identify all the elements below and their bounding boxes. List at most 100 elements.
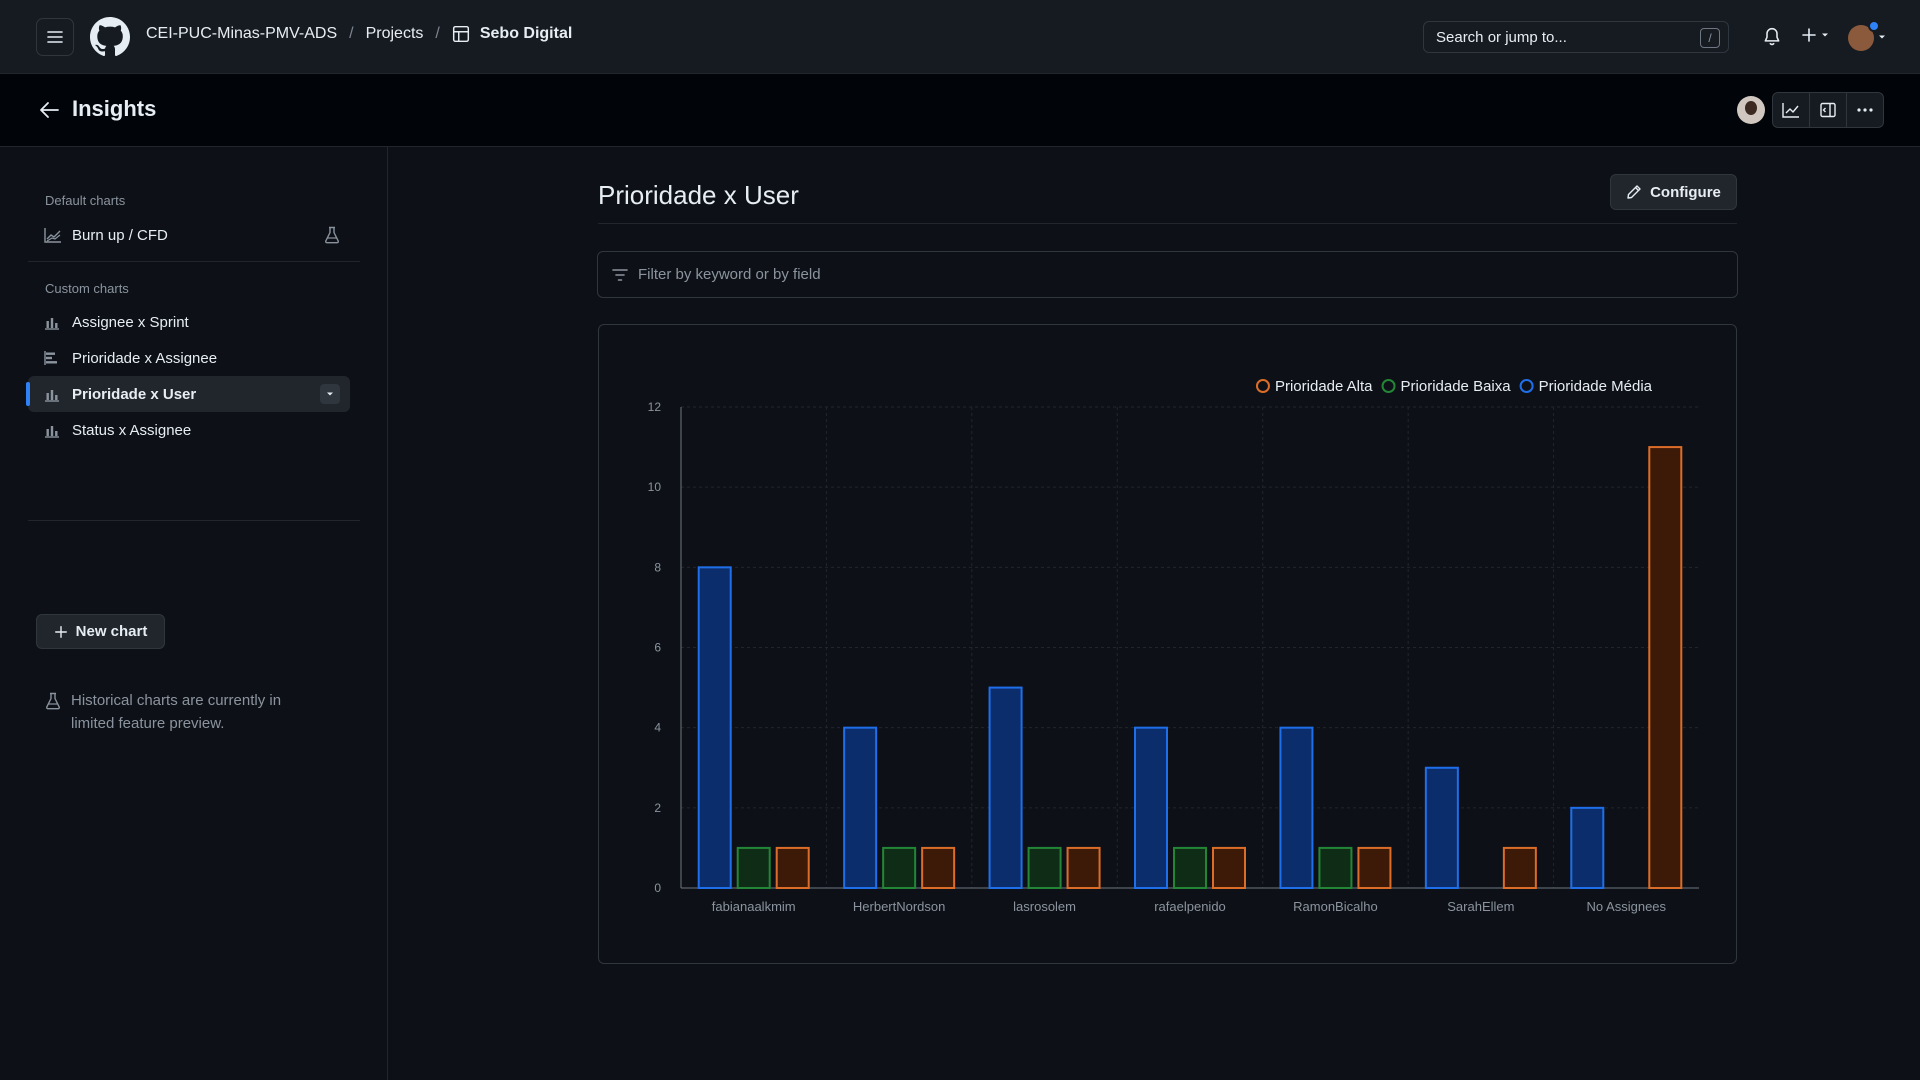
sidebar-layout-icon: [1820, 102, 1836, 118]
breadcrumb-projects[interactable]: Projects: [366, 25, 424, 43]
sidebar-item-label: Burn up / CFD: [72, 226, 168, 244]
breadcrumb-separator: /: [349, 25, 354, 42]
arrow-left-icon[interactable]: [38, 100, 60, 120]
notification-dot: [1868, 20, 1880, 32]
legend-marker: [1519, 379, 1534, 393]
bar: [843, 726, 878, 889]
preview-note: Historical charts are currently in limit…: [45, 689, 325, 735]
insights-button[interactable]: [1772, 92, 1810, 128]
breadcrumb-project-name[interactable]: Sebo Digital: [480, 25, 572, 43]
chart-title: Prioridade x User: [598, 180, 799, 210]
bar-chart-icon: [44, 314, 62, 330]
legend-label: Prioridade Média: [1539, 378, 1653, 395]
configure-button[interactable]: Configure: [1610, 174, 1737, 210]
chevron-down-icon[interactable]: [1877, 32, 1887, 42]
x-tick-label: No Assignees: [1587, 899, 1667, 914]
top-header: CEI-PUC-Minas-PMV-ADS / Projects / Sebo …: [0, 0, 1920, 74]
preview-note-text: Historical charts are currently in limit…: [71, 692, 282, 732]
graph-icon: [1782, 103, 1799, 118]
bar: [1424, 766, 1459, 889]
y-tick-label: 12: [648, 400, 662, 414]
x-tick-label: HerbertNordson: [853, 899, 946, 914]
breadcrumb-org[interactable]: CEI-PUC-Minas-PMV-ADS: [146, 25, 337, 43]
bar: [1134, 726, 1168, 889]
legend-marker: [1255, 379, 1270, 393]
side-panel-button[interactable]: [1809, 92, 1847, 128]
configure-label: Configure: [1650, 183, 1721, 201]
chart-options-button[interactable]: [320, 384, 340, 404]
github-logo-icon[interactable]: [90, 17, 130, 57]
sidebar-item-assignee-sprint[interactable]: Assignee x Sprint: [28, 304, 350, 340]
sidebar-divider: [28, 261, 360, 262]
search-placeholder: Search or jump to...: [1436, 28, 1567, 46]
bar: [1173, 846, 1207, 890]
graph-icon: [44, 227, 62, 243]
x-tick-label: RamonBicalho: [1293, 899, 1378, 914]
sidebar-item-prioridade-user[interactable]: Prioridade x User: [26, 376, 350, 412]
bar-chart-icon: [44, 422, 62, 438]
y-tick-label: 6: [654, 641, 661, 655]
bar: [1648, 446, 1683, 889]
bar: [1357, 846, 1392, 890]
bar: [1279, 726, 1314, 889]
bar-chart: 0 2 4 6 8 10 12 fabianaalkmim HerbertNordson lasr…: [648, 378, 1699, 914]
custom-charts-heading: Custom charts: [45, 281, 129, 296]
x-tick-label: SarahEllem: [1447, 899, 1514, 914]
beaker-icon: [46, 692, 60, 710]
filter-icon: [612, 268, 628, 281]
breadcrumb: CEI-PUC-Minas-PMV-ADS / Projects / Sebo …: [146, 25, 572, 43]
bar-chart-icon: [44, 386, 62, 402]
search-input[interactable]: Search or jump to... /: [1423, 21, 1729, 53]
y-tick-label: 2: [654, 801, 661, 815]
legend-label: Prioridade Alta: [1275, 378, 1373, 395]
sidebar-item-prioridade-assignee[interactable]: Prioridade x Assignee: [28, 340, 350, 376]
bar: [1502, 846, 1537, 890]
bar: [921, 846, 956, 890]
breadcrumb-separator: /: [435, 25, 440, 42]
y-tick-label: 0: [654, 881, 661, 895]
plus-icon: [54, 625, 67, 638]
menu-button[interactable]: [36, 18, 74, 56]
bar: [1318, 846, 1353, 890]
chart-card: 0 2 4 6 8 10 12 fabianaalkmim HerbertNordson lasr…: [598, 324, 1737, 964]
x-tick-label: lasrosolem: [1013, 899, 1076, 914]
filter-placeholder: Filter by keyword or by field: [638, 266, 821, 283]
hamburger-icon: [47, 31, 63, 43]
bell-icon[interactable]: [1763, 27, 1781, 47]
pencil-icon: [1627, 185, 1641, 199]
bar: [697, 566, 732, 889]
collaborator-avatar[interactable]: [1737, 96, 1765, 124]
sidebar-divider: [28, 520, 360, 521]
search-shortcut-key: /: [1700, 28, 1720, 48]
sidebar-item-label: Status x Assignee: [72, 421, 192, 439]
more-options-button[interactable]: [1846, 92, 1884, 128]
bar: [882, 846, 917, 890]
x-tick-label: rafaelpenido: [1154, 899, 1226, 914]
insights-header: Insights: [0, 74, 1920, 147]
sidebar-item-burn-up[interactable]: Burn up / CFD: [28, 217, 350, 253]
sidebar-item-label: Assignee x Sprint: [72, 313, 189, 331]
bar: [1212, 846, 1246, 890]
y-tick-label: 10: [648, 480, 662, 494]
bar: [988, 686, 1023, 890]
sidebar-item-label: Prioridade x User: [72, 385, 197, 403]
sidebar-item-status-assignee[interactable]: Status x Assignee: [28, 412, 350, 448]
table-icon: [452, 25, 470, 43]
page-title: Insights: [72, 96, 157, 121]
bar: [736, 846, 771, 890]
plus-icon: [1802, 28, 1816, 42]
x-tick-label: fabianaalkmim: [712, 899, 796, 914]
create-new-button[interactable]: [1801, 27, 1830, 43]
title-divider: [598, 223, 1737, 224]
y-tick-label: 8: [654, 560, 661, 574]
filter-input[interactable]: Filter by keyword or by field: [597, 251, 1738, 298]
user-avatar[interactable]: [1848, 20, 1880, 51]
new-chart-button[interactable]: New chart: [36, 614, 165, 649]
chevron-down-icon: [327, 392, 333, 396]
kebab-horizontal-icon: [1857, 108, 1873, 112]
default-charts-heading: Default charts: [45, 193, 126, 208]
charts-sidebar: Default charts Burn up / CFD Custom char…: [0, 147, 388, 1080]
legend-marker: [1381, 379, 1396, 393]
y-tick-label: 4: [654, 721, 661, 735]
bar: [1027, 846, 1062, 890]
